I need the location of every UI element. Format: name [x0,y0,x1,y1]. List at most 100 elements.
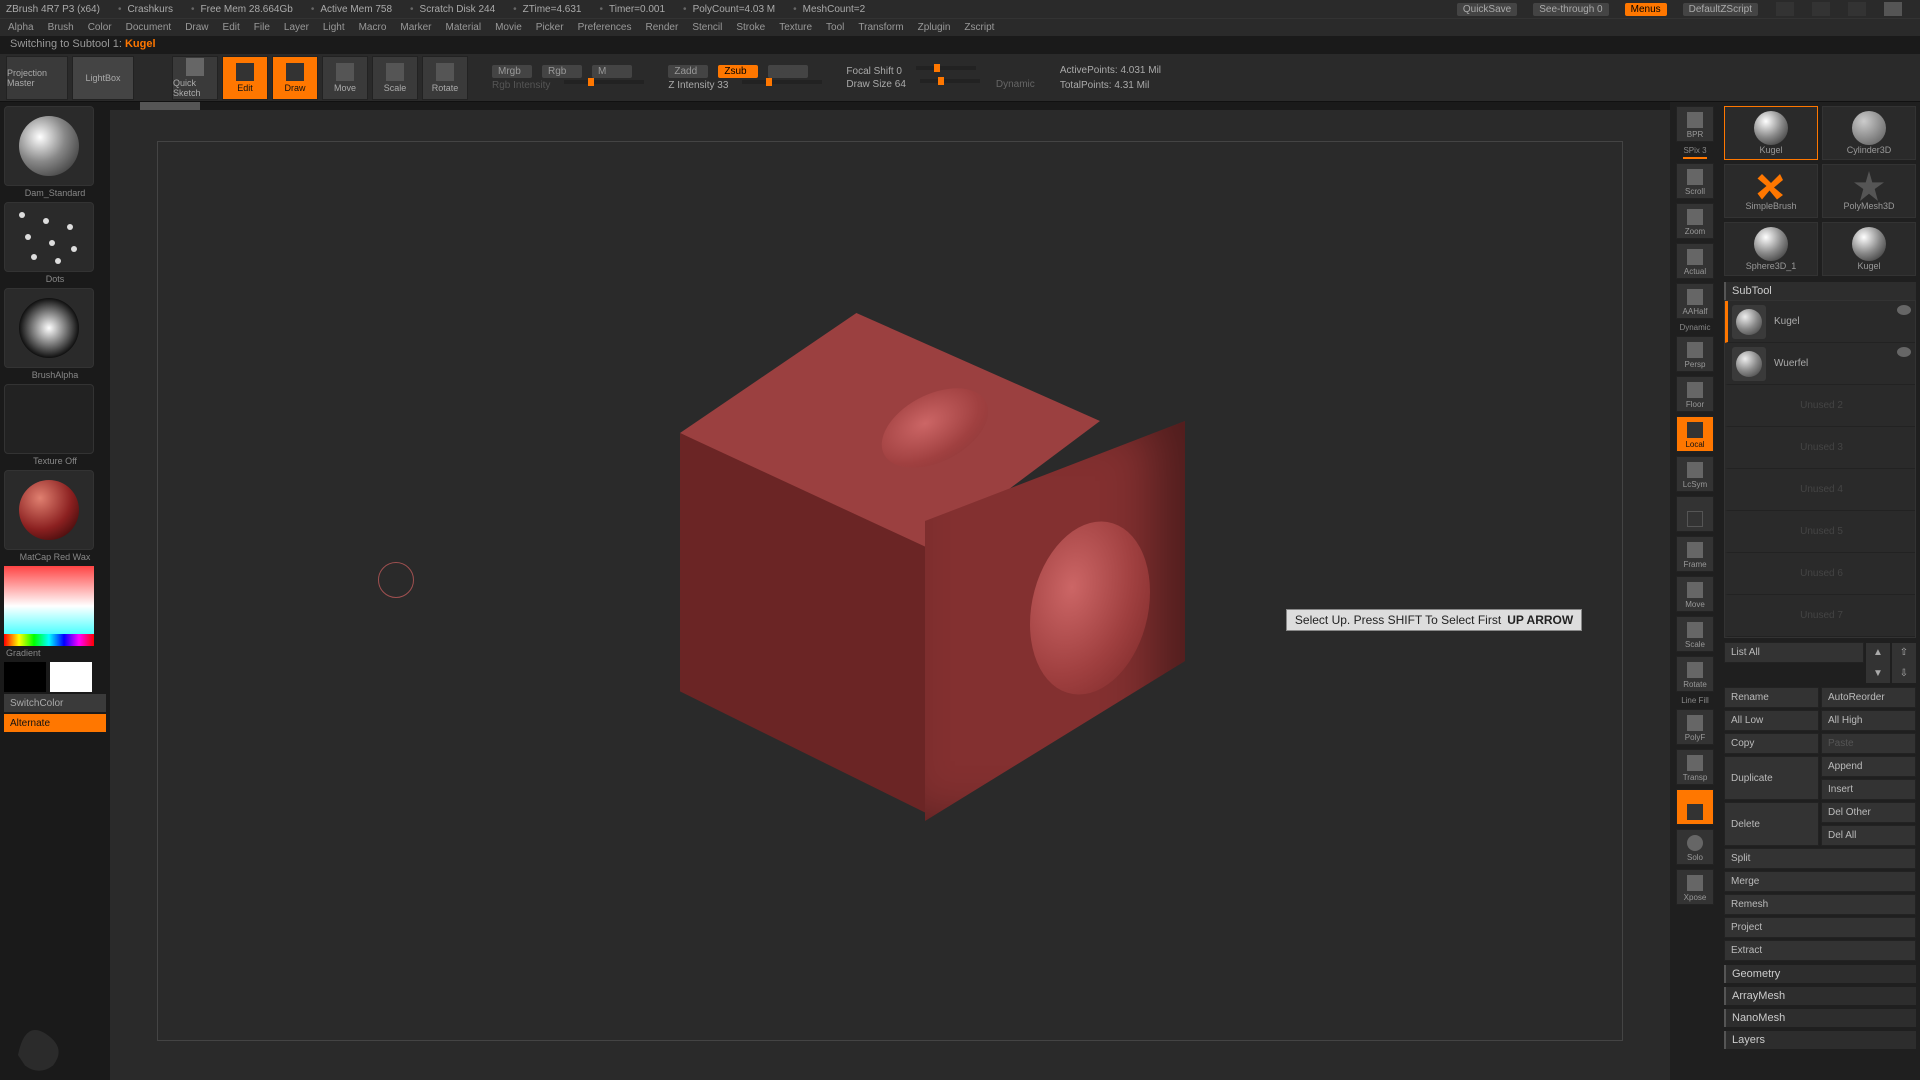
menu-brush[interactable]: Brush [48,22,74,33]
maximize-icon[interactable] [1848,2,1866,16]
zcut-toggle[interactable]: Zcut [768,65,808,78]
all-high-button[interactable]: All High [1821,710,1916,731]
list-all-button[interactable]: List All [1724,642,1864,663]
quicksave-button[interactable]: QuickSave [1457,3,1517,16]
menu-picker[interactable]: Picker [536,22,564,33]
viewport[interactable]: Select Up. Press SHIFT To Select FirstUP… [110,102,1670,1080]
solo-button[interactable]: Solo [1676,829,1714,865]
menu-marker[interactable]: Marker [400,22,431,33]
paste-button[interactable]: Paste [1821,733,1916,754]
window-control-icon[interactable] [1776,2,1794,16]
xyz-button[interactable] [1676,496,1714,532]
visibility-icon[interactable] [1897,347,1911,357]
menu-light[interactable]: Light [323,22,345,33]
merge-section[interactable]: Merge [1724,871,1916,892]
zoom-button[interactable]: Zoom [1676,203,1714,239]
subtool-header[interactable]: SubTool [1724,282,1916,300]
move-view-button[interactable]: Move [1676,576,1714,612]
mesh-object[interactable] [630,293,1150,853]
menu-draw[interactable]: Draw [185,22,208,33]
copy-button[interactable]: Copy [1724,733,1819,754]
menu-transform[interactable]: Transform [858,22,903,33]
mrgb-toggle[interactable]: Mrgb [492,65,532,78]
aahalf-button[interactable]: AAHalf [1676,283,1714,319]
project-section[interactable]: Project [1724,917,1916,938]
section-nanomesh[interactable]: NanoMesh [1724,1009,1916,1027]
focal-shift-slider[interactable] [916,66,976,70]
menu-file[interactable]: File [254,22,270,33]
section-layers[interactable]: Layers [1724,1031,1916,1049]
brush-picker[interactable] [4,106,94,186]
select-up-button[interactable]: ▲ [1866,643,1890,663]
z-intensity-slider[interactable] [742,80,822,84]
lcsym-button[interactable]: LcSym [1676,456,1714,492]
tool-slot[interactable]: PolyMesh3D [1822,164,1916,218]
local-button[interactable]: Local [1676,416,1714,452]
subtool-item[interactable]: Wuerfel [1725,343,1915,385]
stroke-picker[interactable] [4,202,94,272]
menu-color[interactable]: Color [88,22,112,33]
projection-master-button[interactable]: Projection Master [6,56,68,100]
tool-slot[interactable]: Sphere3D_1 [1724,222,1818,276]
floor-button[interactable]: Floor [1676,376,1714,412]
see-through-slider[interactable]: See-through 0 [1533,3,1608,16]
select-down-button[interactable]: ▼ [1866,663,1890,683]
primary-color[interactable] [50,662,92,692]
transp-button[interactable]: Transp [1676,749,1714,785]
menu-zplugin[interactable]: Zplugin [918,22,951,33]
scale-mode-button[interactable]: Scale [372,56,418,100]
duplicate-button[interactable]: Duplicate [1724,756,1819,800]
default-script[interactable]: DefaultZScript [1683,3,1758,16]
move-up-button[interactable]: ⇧ [1892,643,1916,663]
alpha-picker[interactable] [4,288,94,368]
minimize-icon[interactable] [1812,2,1830,16]
menu-movie[interactable]: Movie [495,22,522,33]
menu-document[interactable]: Document [126,22,172,33]
dynamic-toggle[interactable]: Dynamic [996,79,1036,90]
lightbox-button[interactable]: LightBox [72,56,134,100]
section-geometry[interactable]: Geometry [1724,965,1916,983]
scale-view-button[interactable]: Scale [1676,616,1714,652]
actual-size-button[interactable]: Actual [1676,243,1714,279]
menu-preferences[interactable]: Preferences [578,22,632,33]
material-picker[interactable] [4,470,94,550]
menu-stroke[interactable]: Stroke [736,22,765,33]
persp-button[interactable]: Persp [1676,336,1714,372]
section-arraymesh[interactable]: ArrayMesh [1724,987,1916,1005]
remesh-section[interactable]: Remesh [1724,894,1916,915]
del-other-button[interactable]: Del Other [1821,802,1916,823]
rename-button[interactable]: Rename [1724,687,1819,708]
menu-edit[interactable]: Edit [223,22,240,33]
subtool-item[interactable]: Kugel [1725,301,1915,343]
split-section[interactable]: Split [1724,848,1916,869]
document-scrollbar[interactable] [110,102,1670,110]
rotate-mode-button[interactable]: Rotate [422,56,468,100]
all-low-button[interactable]: All Low [1724,710,1819,731]
autoreorder-button[interactable]: AutoReorder [1821,687,1916,708]
rgb-toggle[interactable]: Rgb [542,65,582,78]
menu-texture[interactable]: Texture [779,22,812,33]
ghost-button[interactable] [1676,789,1714,825]
visibility-icon[interactable] [1897,305,1911,315]
zadd-toggle[interactable]: Zadd [668,65,708,78]
tool-slot-active[interactable]: Kugel [1724,106,1818,160]
edit-mode-button[interactable]: Edit [222,56,268,100]
move-down-button[interactable]: ⇩ [1892,663,1916,683]
quick-sketch-button[interactable]: Quick Sketch [172,56,218,100]
menu-alpha[interactable]: Alpha [8,22,34,33]
secondary-color[interactable] [4,662,46,692]
menu-render[interactable]: Render [646,22,679,33]
menu-tool[interactable]: Tool [826,22,844,33]
delete-button[interactable]: Delete [1724,802,1819,846]
menu-stencil[interactable]: Stencil [692,22,722,33]
menu-macro[interactable]: Macro [359,22,387,33]
move-mode-button[interactable]: Move [322,56,368,100]
scroll-button[interactable]: Scroll [1676,163,1714,199]
xpose-button[interactable]: Xpose [1676,869,1714,905]
texture-picker[interactable] [4,384,94,454]
bpr-render-button[interactable]: BPR [1676,106,1714,142]
spix-label[interactable]: SPix 3 [1683,146,1706,159]
zsub-toggle[interactable]: Zsub [718,65,758,78]
draw-size-slider[interactable] [920,79,980,83]
menus-toggle[interactable]: Menus [1625,3,1667,16]
